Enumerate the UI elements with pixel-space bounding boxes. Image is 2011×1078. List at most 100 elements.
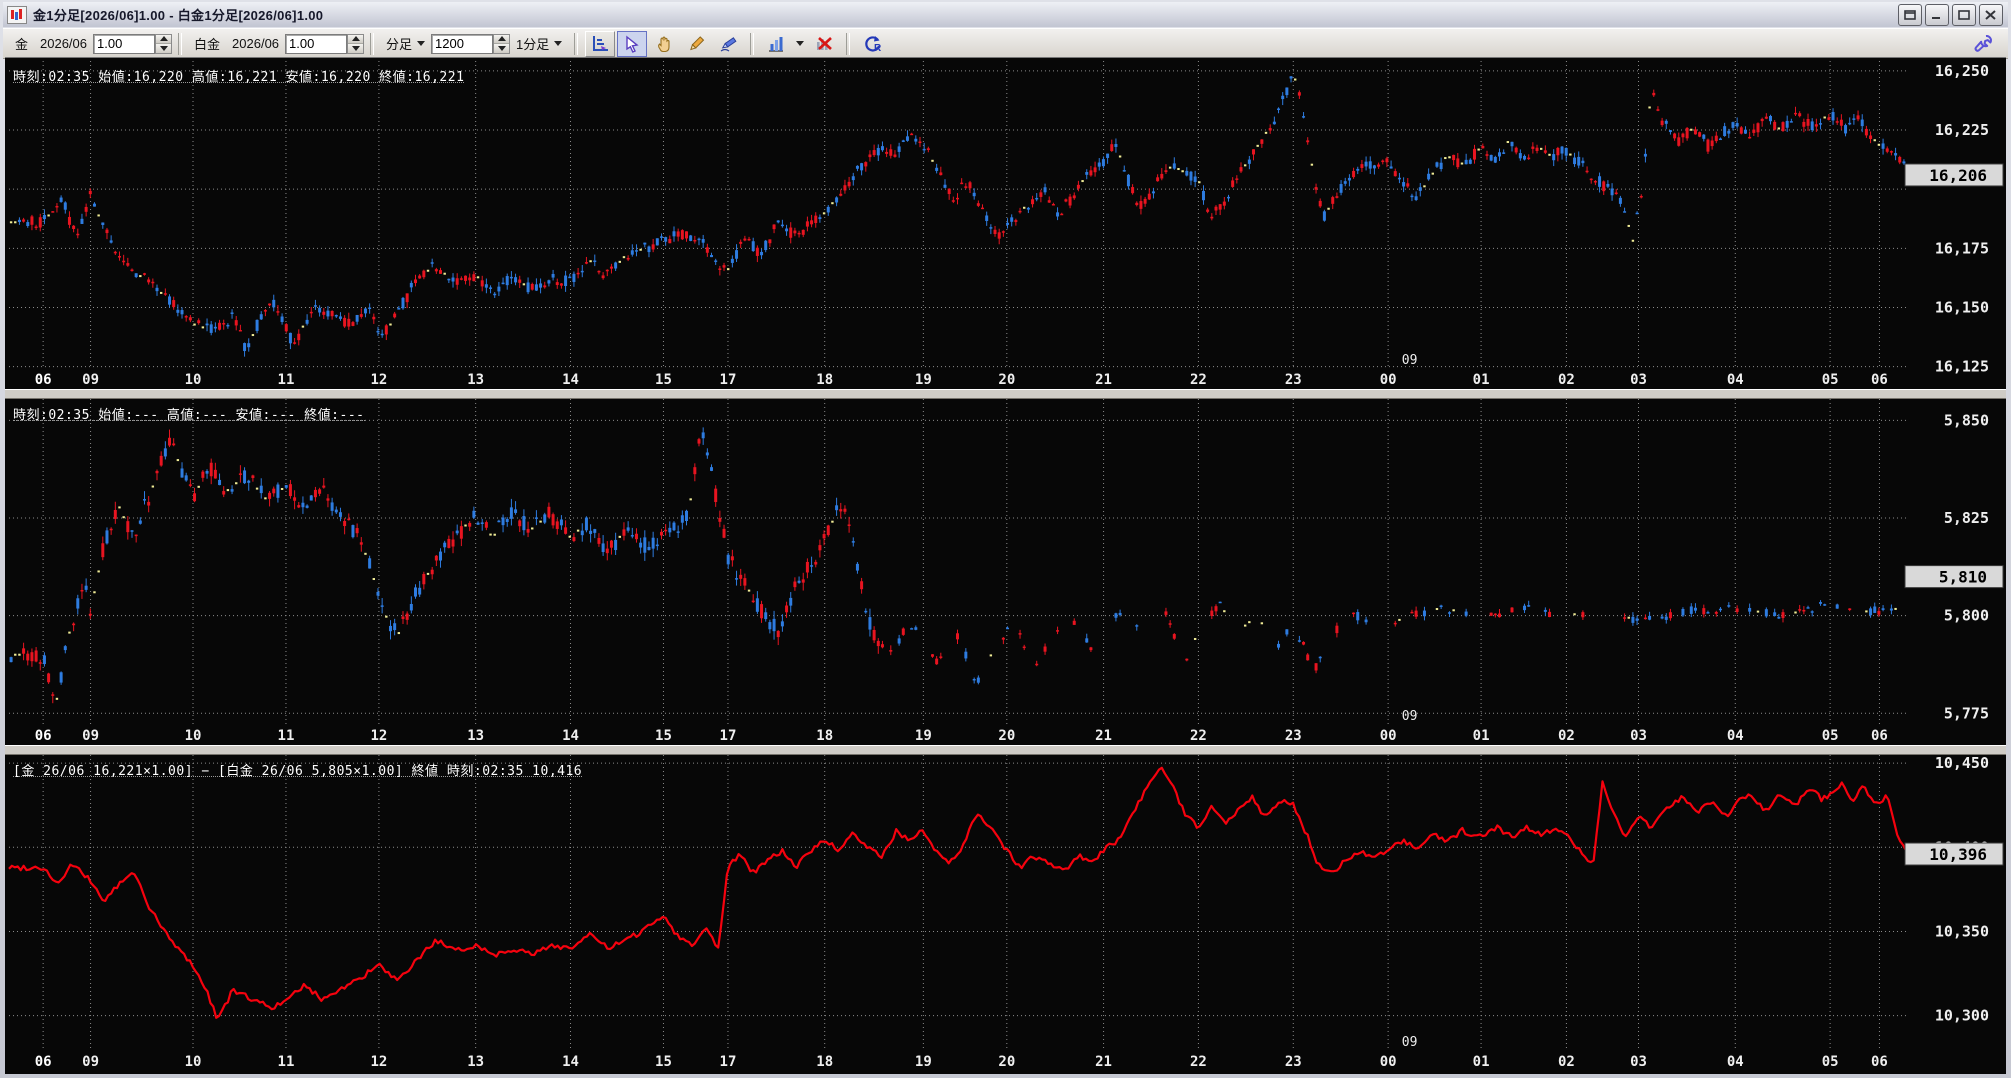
cursor-button[interactable] xyxy=(617,30,648,57)
svg-text:19: 19 xyxy=(915,372,932,388)
svg-text:09: 09 xyxy=(82,728,99,744)
svg-text:20: 20 xyxy=(998,1054,1015,1070)
svg-text:19: 19 xyxy=(915,728,932,744)
svg-text:16,206: 16,206 xyxy=(1929,166,1987,185)
svg-text:17: 17 xyxy=(720,728,737,744)
app-window: 金1分足[2026/06]1.00 - 白金1分足[2026/06]1.00 金… xyxy=(0,0,2011,1078)
svg-text:5,775: 5,775 xyxy=(1944,704,1989,722)
chart-delete-icon xyxy=(817,36,833,50)
pan-button[interactable] xyxy=(649,31,679,57)
wrench-icon xyxy=(1974,34,1992,52)
svg-text:01: 01 xyxy=(1473,372,1490,388)
gold-chart-plot[interactable]: 16,250 16,225 16,175 16,150 16,125 16,206 06 09… xyxy=(5,59,2006,390)
svg-text:5,810: 5,810 xyxy=(1939,568,1987,587)
svg-text:09: 09 xyxy=(82,372,99,388)
svg-text:20: 20 xyxy=(998,372,1015,388)
bar-type-dropdown[interactable]: 分足 xyxy=(386,34,426,53)
svg-text:13: 13 xyxy=(467,1054,484,1070)
bar-chart-icon xyxy=(769,36,784,52)
interval-label: 1分足 xyxy=(516,37,550,52)
svg-text:21: 21 xyxy=(1095,728,1112,744)
svg-text:02: 02 xyxy=(1558,1054,1575,1070)
svg-text:16,125: 16,125 xyxy=(1935,358,1989,376)
chevron-down-icon xyxy=(554,41,563,46)
svg-text:04: 04 xyxy=(1727,728,1744,744)
draw-line-button[interactable] xyxy=(681,31,711,57)
delete-study-button[interactable] xyxy=(809,31,839,57)
svg-text:06: 06 xyxy=(35,372,52,388)
indicator-button[interactable] xyxy=(761,31,791,57)
svg-text:00: 00 xyxy=(1380,372,1397,388)
svg-text:14: 14 xyxy=(562,1054,579,1070)
maximize-button[interactable] xyxy=(1952,3,1976,26)
svg-text:01: 01 xyxy=(1473,1054,1490,1070)
svg-text:22: 22 xyxy=(1190,372,1207,388)
chart-layout-button[interactable] xyxy=(585,30,616,57)
close-button[interactable] xyxy=(1979,3,2003,26)
chart-region: 16,250 16,225 16,175 16,150 16,125 16,206 06 09… xyxy=(5,57,2006,1074)
svg-text:09: 09 xyxy=(82,1054,99,1070)
svg-text:21: 21 xyxy=(1095,372,1112,388)
svg-text:04: 04 xyxy=(1727,372,1744,388)
platinum-chart-plot[interactable]: 5,850 5,825 5,800 5,775 5,810 06 09 10 11 12 13 14 1… xyxy=(5,397,2006,745)
spin-up-icon[interactable] xyxy=(156,34,172,44)
svg-text:10,450: 10,450 xyxy=(1935,754,1989,772)
svg-text:12: 12 xyxy=(370,728,387,744)
spin-down-icon[interactable] xyxy=(494,44,510,53)
svg-text:17: 17 xyxy=(720,372,737,388)
refresh-icon: R xyxy=(865,35,882,54)
svg-text:22: 22 xyxy=(1190,728,1207,744)
gold-ratio-input[interactable] xyxy=(93,33,156,54)
svg-text:22: 22 xyxy=(1190,1054,1207,1070)
candlestick-app-icon xyxy=(7,5,27,24)
chart-layout-icon xyxy=(593,35,609,51)
chevron-down-icon[interactable] xyxy=(796,41,805,46)
svg-text:05: 05 xyxy=(1822,1054,1839,1070)
svg-text:13: 13 xyxy=(467,372,484,388)
platinum-ratio-input[interactable] xyxy=(285,33,348,54)
svg-text:10,300: 10,300 xyxy=(1935,1007,1989,1025)
svg-text:12: 12 xyxy=(370,372,387,388)
popup-window-button[interactable] xyxy=(1898,3,1922,26)
svg-text:5,825: 5,825 xyxy=(1944,509,1989,527)
svg-text:06: 06 xyxy=(1871,372,1888,388)
toolbar-separator xyxy=(846,32,851,55)
platinum-chart-info: 時刻:02:35 始値:--- 高値:--- 安値:--- 終値:--- xyxy=(13,404,365,423)
svg-text:15: 15 xyxy=(655,1054,672,1070)
svg-text:04: 04 xyxy=(1727,1054,1744,1070)
spin-up-icon[interactable] xyxy=(494,34,510,44)
svg-text:06: 06 xyxy=(35,728,52,744)
interval-dropdown[interactable]: 1分足 xyxy=(516,34,563,53)
svg-text:5,800: 5,800 xyxy=(1944,607,1989,625)
svg-text:03: 03 xyxy=(1630,728,1647,744)
spread-chart-plot[interactable]: 10,45010,40010,35010,30010,3960609101112… xyxy=(5,753,2006,1071)
svg-text:15: 15 xyxy=(655,728,672,744)
settings-wrench-button[interactable] xyxy=(1968,31,1998,57)
platinum-ratio-spinbox xyxy=(285,33,365,54)
svg-text:5,850: 5,850 xyxy=(1944,411,1989,429)
svg-text:06: 06 xyxy=(35,1054,52,1070)
refresh-button[interactable]: R xyxy=(857,31,887,57)
svg-text:06: 06 xyxy=(1871,1054,1888,1070)
svg-text:05: 05 xyxy=(1822,728,1839,744)
svg-text:10: 10 xyxy=(185,728,202,744)
blue-pencil-icon xyxy=(720,36,737,51)
svg-text:18: 18 xyxy=(816,728,833,744)
svg-text:10,396: 10,396 xyxy=(1929,845,1987,864)
spin-up-icon[interactable] xyxy=(348,34,364,44)
svg-text:01: 01 xyxy=(1473,728,1490,744)
bar-count-input[interactable] xyxy=(431,33,494,54)
minimize-button[interactable] xyxy=(1925,3,1949,26)
svg-text:10: 10 xyxy=(185,1054,202,1070)
gold-contract-label: 2026/06 xyxy=(40,36,88,51)
svg-text:11: 11 xyxy=(278,1054,295,1070)
cursor-icon xyxy=(626,35,639,53)
svg-text:02: 02 xyxy=(1558,728,1575,744)
spin-down-icon[interactable] xyxy=(156,44,172,53)
svg-text:03: 03 xyxy=(1630,1054,1647,1070)
draw-freehand-button[interactable] xyxy=(713,31,743,57)
toolbar-separator xyxy=(574,32,579,55)
toolbar-separator xyxy=(178,32,183,55)
spin-down-icon[interactable] xyxy=(348,44,364,53)
svg-text:16,225: 16,225 xyxy=(1935,121,1989,139)
